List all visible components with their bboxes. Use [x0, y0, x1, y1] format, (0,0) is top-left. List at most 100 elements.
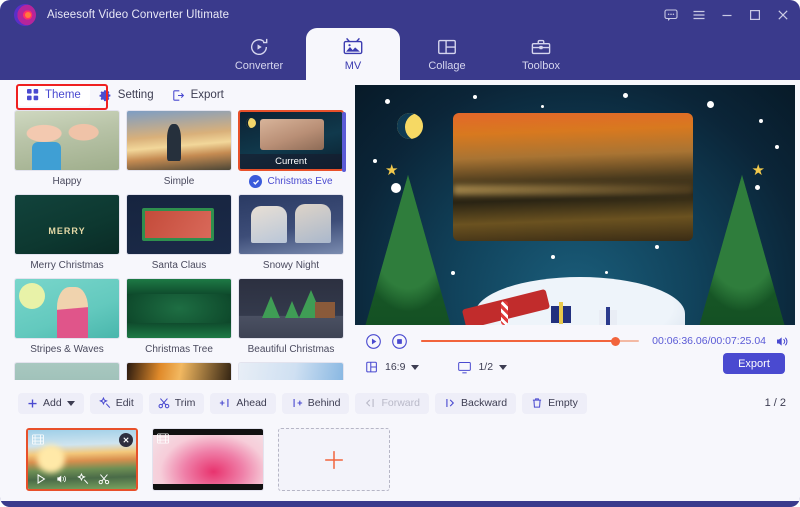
- aspect-ratio-value: 16:9: [385, 361, 406, 373]
- scale-value: 1/2: [478, 361, 494, 373]
- theme-item-christmas-tree[interactable]: Christmas Tree: [126, 278, 232, 356]
- behind-button[interactable]: Behind: [281, 392, 350, 414]
- insert-ahead-icon: [220, 399, 229, 407]
- scale-select[interactable]: 1/2: [457, 360, 508, 375]
- trash-icon: [532, 398, 542, 408]
- player-controls: 00:06:36.06/00:07:25.04 16:9 1/2 Export: [355, 325, 795, 383]
- seek-slider[interactable]: [421, 333, 640, 349]
- close-icon[interactable]: [775, 8, 790, 23]
- theme-item-merry-christmas[interactable]: Merry Christmas: [14, 194, 120, 272]
- add-button[interactable]: Add: [18, 392, 84, 414]
- magic-wand-icon: [98, 397, 110, 408]
- app-window: Aiseesoft Video Converter Ultimate Conve…: [0, 0, 800, 507]
- theme-item-partial-2[interactable]: [126, 362, 232, 380]
- stop-circle-icon[interactable]: [391, 333, 408, 350]
- subtab-theme[interactable]: Theme: [18, 84, 90, 106]
- theme-item-beautiful-christmas[interactable]: Beautiful Christmas: [238, 278, 344, 356]
- current-badge: Current: [240, 154, 342, 169]
- tab-collage[interactable]: Collage: [400, 28, 494, 80]
- trim-button[interactable]: Trim: [148, 392, 205, 414]
- seek-handle[interactable]: [611, 336, 621, 346]
- plus-icon: [325, 450, 343, 469]
- forward-button: Forward: [355, 392, 429, 414]
- star-icon: ★: [385, 162, 399, 179]
- feedback-icon[interactable]: [663, 8, 678, 23]
- theme-label: Merry Christmas: [30, 260, 104, 271]
- magic-wand-icon: [77, 473, 89, 484]
- move-forward-icon: [366, 399, 375, 407]
- sub-nav-bar: Theme Setting Export: [0, 80, 350, 110]
- tab-collage-label: Collage: [428, 60, 466, 72]
- theme-item-santa-claus[interactable]: Santa Claus: [126, 194, 232, 272]
- maximize-icon[interactable]: [747, 8, 762, 23]
- tab-mv-label: MV: [344, 60, 362, 72]
- theme-item-partial-3[interactable]: [238, 362, 344, 380]
- tab-converter[interactable]: Converter: [212, 28, 306, 80]
- theme-label: Christmas Eve: [267, 176, 333, 187]
- theme-label: Snowy Night: [262, 260, 320, 271]
- theme-item-partial-1[interactable]: [14, 362, 120, 380]
- scrollbar-thumb[interactable]: [342, 112, 346, 172]
- timecode-display: 00:06:36.06/00:07:25.04: [652, 335, 766, 347]
- ahead-button[interactable]: Ahead: [210, 392, 276, 414]
- chevron-down-icon[interactable]: [411, 364, 420, 370]
- film-icon: [157, 433, 169, 444]
- play-circle-icon[interactable]: [365, 333, 382, 350]
- remove-clip-button[interactable]: [119, 433, 133, 447]
- clip-action-bar: [28, 469, 136, 489]
- volume-icon[interactable]: [775, 334, 790, 349]
- monitor-icon: [458, 361, 472, 373]
- subtab-setting-label: Setting: [117, 89, 154, 101]
- scissors-icon: [158, 398, 170, 409]
- chevron-down-icon[interactable]: [66, 400, 75, 406]
- aspect-ratio-icon: [366, 361, 377, 373]
- subtab-theme-label: Theme: [45, 89, 81, 101]
- theme-item-christmas-eve[interactable]: Current Christmas Eve: [238, 110, 344, 188]
- subtab-export[interactable]: Export: [163, 84, 233, 106]
- window-controls: [663, 0, 790, 30]
- tab-mv[interactable]: MV: [306, 28, 400, 80]
- theme-thumbnail: [126, 194, 232, 255]
- edit-button[interactable]: Edit: [89, 392, 143, 414]
- theme-thumbnail: [126, 278, 232, 339]
- theme-item-happy[interactable]: Happy: [14, 110, 120, 188]
- empty-button[interactable]: Empty: [522, 392, 587, 414]
- theme-label: Beautiful Christmas: [247, 344, 335, 355]
- plus-icon: [28, 398, 37, 408]
- candy-cane-icon: [501, 301, 508, 325]
- menu-icon[interactable]: [691, 8, 706, 23]
- export-button[interactable]: Export: [723, 353, 785, 374]
- film-icon: [32, 434, 44, 445]
- subtab-setting[interactable]: Setting: [90, 84, 163, 106]
- add-clip-button[interactable]: [278, 428, 390, 491]
- theme-item-stripes-waves[interactable]: Stripes & Waves: [14, 278, 120, 356]
- minimize-icon[interactable]: [719, 8, 734, 23]
- theme-thumbnail: [126, 110, 232, 171]
- aspect-ratio-select[interactable]: 16:9: [365, 360, 420, 374]
- behind-button-label: Behind: [307, 397, 341, 409]
- theme-label-selected: Christmas Eve: [238, 175, 344, 188]
- theme-label: Simple: [163, 176, 195, 187]
- clip-item[interactable]: [26, 428, 138, 491]
- clip-item[interactable]: [152, 428, 264, 491]
- tab-toolbox[interactable]: Toolbox: [494, 28, 588, 80]
- move-backward-icon: [446, 399, 455, 407]
- theme-thumbnail: [14, 278, 120, 339]
- backward-button[interactable]: Backward: [434, 392, 517, 414]
- chevron-down-icon[interactable]: [499, 364, 508, 370]
- moon-icon: [397, 113, 423, 139]
- tab-converter-label: Converter: [234, 60, 284, 72]
- theme-label: Santa Claus: [151, 260, 207, 271]
- theme-thumbnail: [238, 194, 344, 255]
- theme-item-simple[interactable]: Simple: [126, 110, 232, 188]
- theme-scrollbar[interactable]: [342, 112, 346, 380]
- theme-label: Happy: [52, 176, 82, 187]
- insert-behind-icon: [293, 399, 302, 407]
- theme-label: Christmas Tree: [145, 344, 213, 355]
- theme-thumbnail: [238, 362, 344, 380]
- grid-dots-icon: [27, 89, 39, 101]
- theme-item-snowy-night[interactable]: Snowy Night: [238, 194, 344, 272]
- trim-button-label: Trim: [174, 397, 196, 409]
- play-icon: [37, 473, 46, 485]
- video-preview[interactable]: ★ ★: [355, 85, 795, 325]
